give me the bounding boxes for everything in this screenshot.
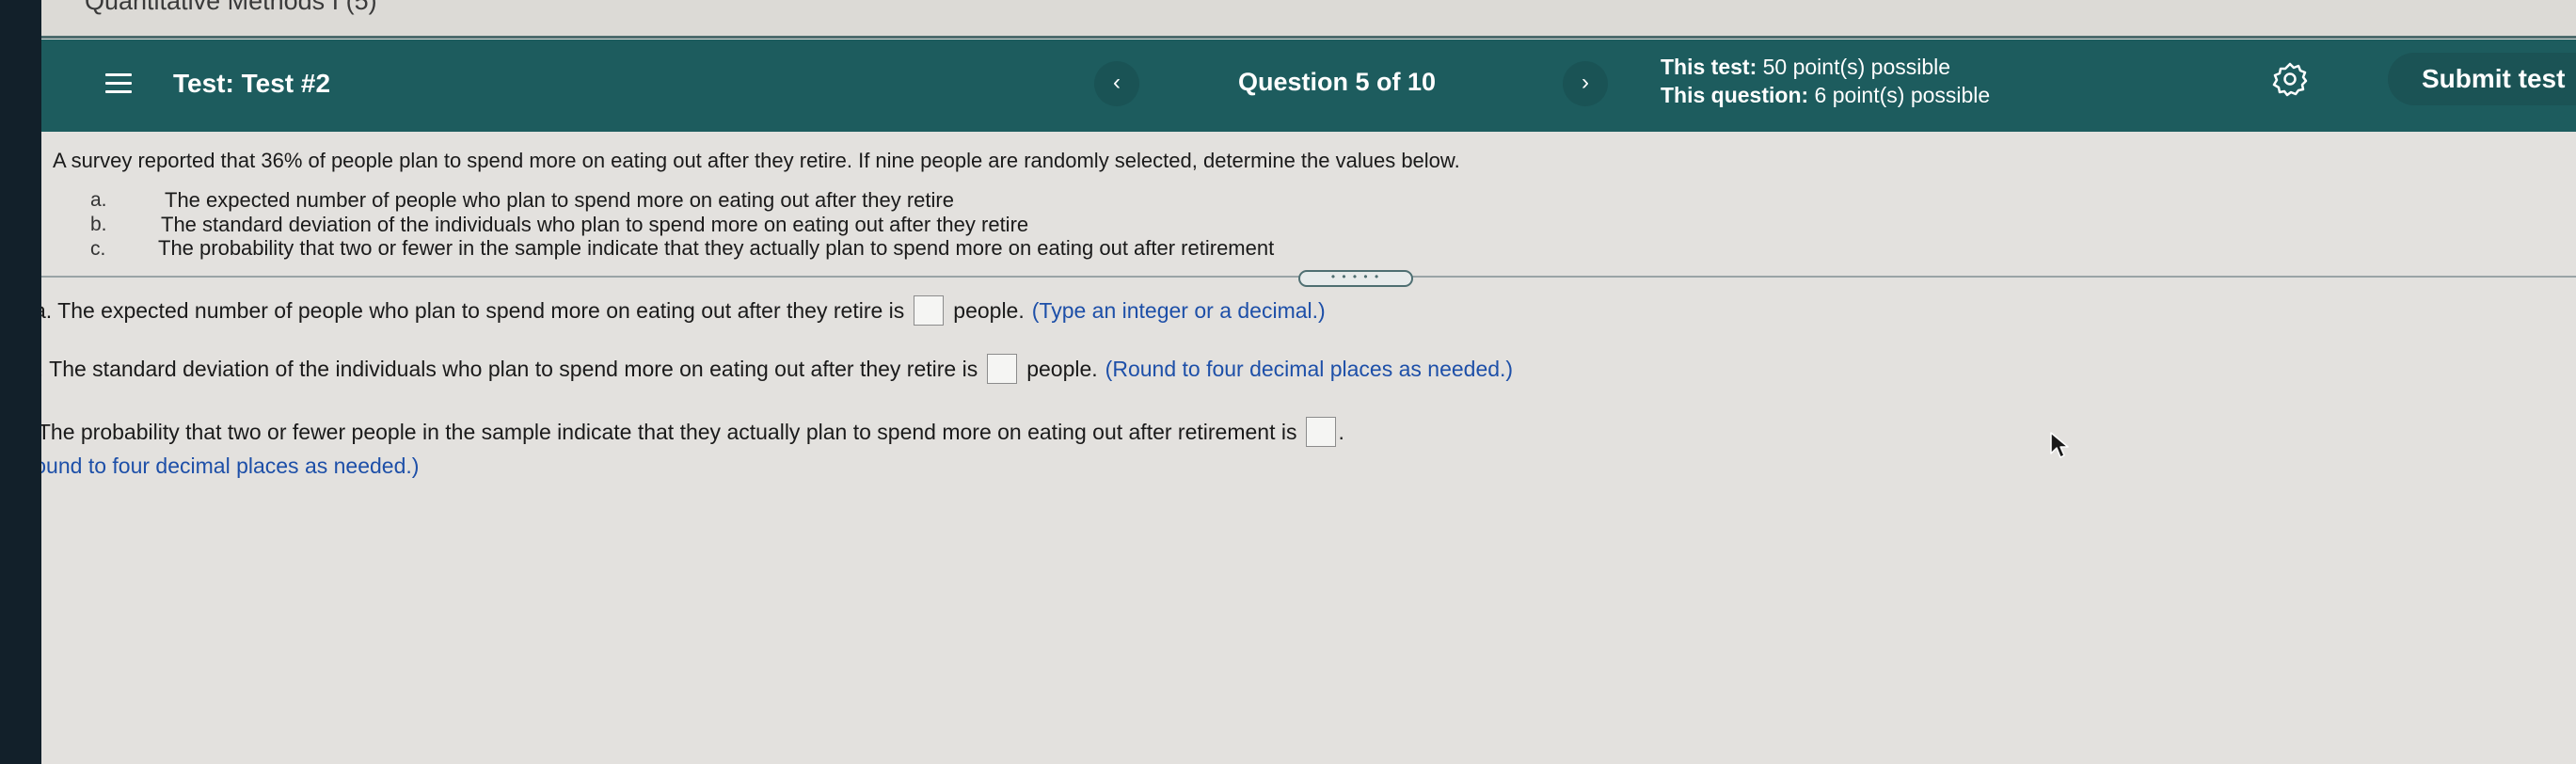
problem-item-letter: c. bbox=[90, 238, 106, 260]
answer-a-prompt: a. The expected number of people who pla… bbox=[34, 297, 905, 323]
answer-b: b. The standard deviation of the individ… bbox=[25, 354, 1513, 384]
question-content: A survey reported that 36% of people pla… bbox=[0, 132, 2576, 764]
answer-c-period: . bbox=[1338, 419, 1344, 444]
problem-item-text: The standard deviation of the individual… bbox=[161, 213, 1029, 236]
section-divider bbox=[0, 276, 2576, 278]
answer-b-prompt: b. The standard deviation of the individ… bbox=[25, 356, 978, 381]
problem-item-letter: b. bbox=[90, 214, 107, 235]
points-question-line: This question: 6 point(s) possible bbox=[1661, 83, 1991, 107]
next-question-button[interactable]: › bbox=[1563, 61, 1608, 106]
answer-a-input[interactable] bbox=[914, 295, 945, 326]
problem-item-text: The probability that two or fewer in the… bbox=[158, 236, 1275, 260]
answer-c-input[interactable] bbox=[1306, 417, 1337, 447]
gear-icon[interactable] bbox=[2271, 60, 2309, 98]
answer-a: a. The expected number of people who pla… bbox=[34, 295, 1326, 326]
problem-statement: A survey reported that 36% of people pla… bbox=[53, 149, 1460, 172]
top-strip: Quantitative Methods I (5) bbox=[0, 0, 2576, 38]
divider-resize-handle[interactable]: • • • • • bbox=[1298, 270, 1413, 287]
answer-b-unit: people. bbox=[1026, 356, 1098, 381]
header-top-border bbox=[0, 36, 2576, 39]
answer-c: c. The probability that two or fewer peo… bbox=[15, 417, 1344, 447]
test-header: Test: Test #2 ‹ Question 5 of 10 › This … bbox=[0, 40, 2576, 132]
menu-icon[interactable] bbox=[105, 72, 132, 94]
answer-b-input[interactable] bbox=[987, 354, 1018, 384]
test-title: Test: Test #2 bbox=[173, 69, 331, 98]
previous-question-button[interactable]: ‹ bbox=[1094, 61, 1139, 106]
answer-c-hint: (Round to four decimal places as needed.… bbox=[11, 454, 420, 478]
screen-left-edge bbox=[0, 0, 41, 764]
mouse-cursor-icon bbox=[2049, 431, 2070, 459]
points-info: This test: 50 point(s) possible This que… bbox=[1661, 53, 1990, 109]
answer-b-hint: (Round to four decimal places as needed.… bbox=[1105, 356, 1514, 381]
answer-a-hint: (Type an integer or a decimal.) bbox=[1031, 297, 1326, 323]
course-title: Quantitative Methods I (5) bbox=[85, 0, 377, 15]
problem-item-letter: a. bbox=[90, 189, 107, 211]
answer-c-prompt: c. The probability that two or fewer peo… bbox=[15, 419, 1297, 444]
answer-a-unit: people. bbox=[953, 297, 1025, 323]
problem-item-text: The expected number of people who plan t… bbox=[165, 188, 954, 212]
submit-test-button[interactable]: Submit test bbox=[2388, 53, 2576, 105]
points-test-line: This test: 50 point(s) possible bbox=[1661, 55, 1951, 79]
question-counter[interactable]: Question 5 of 10 bbox=[1238, 68, 1436, 97]
